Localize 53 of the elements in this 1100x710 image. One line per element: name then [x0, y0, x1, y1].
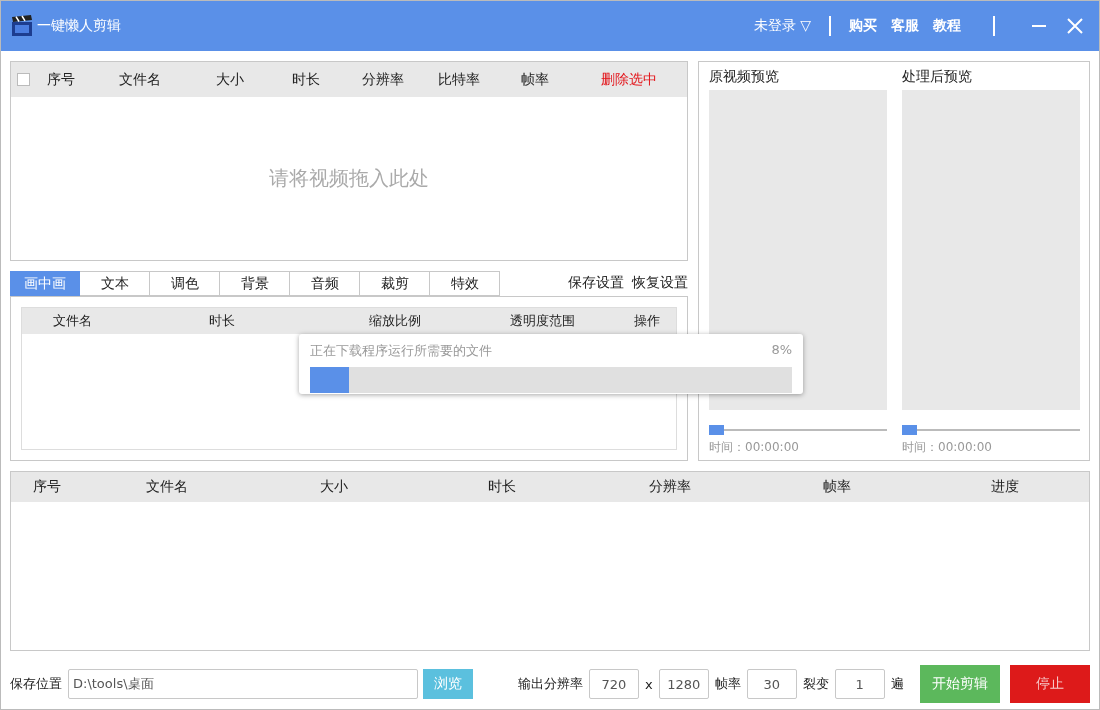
width-field[interactable]: 720 [589, 669, 639, 699]
column-header: 帧率 [822, 478, 853, 496]
download-message: 正在下载程序运行所需要的文件 [310, 342, 492, 360]
preview-title: 原视频预览 [709, 68, 780, 86]
column-header: 文件名 [118, 70, 162, 89]
select-all-checkbox[interactable] [17, 73, 30, 86]
preview-title: 处理后预览 [902, 68, 973, 86]
column-header: 时长 [291, 70, 321, 89]
tab[interactable]: 裁剪 [360, 271, 430, 296]
window-title: 一键懒人剪辑 [37, 17, 121, 35]
download-percent: 8% [771, 342, 792, 359]
column-header: 分辨率 [361, 70, 405, 89]
column-header: 透明度范围 [508, 312, 576, 330]
split-field[interactable]: 1 [834, 669, 885, 699]
column-header: 帧率 [520, 70, 550, 89]
save-path-field[interactable]: D:\tools\桌面 [68, 669, 418, 699]
settings-link[interactable]: 恢复设置 [632, 274, 688, 296]
tab[interactable]: 背景 [220, 271, 290, 296]
tab[interactable]: 音频 [290, 271, 360, 296]
fps-field[interactable]: 30 [746, 669, 797, 699]
tab[interactable]: 文本 [80, 271, 150, 296]
height-field[interactable]: 1280 [658, 669, 709, 699]
save-location-label: 保存位置 [10, 675, 62, 693]
column-header: 缩放比例 [367, 312, 422, 330]
drop-hint: 请将视频拖入此处 [269, 165, 429, 192]
times-sign: x [645, 676, 653, 692]
time-label: 时间：00:00:00 [709, 439, 800, 456]
column-header: 文件名 [144, 478, 189, 496]
column-header: 大小 [215, 70, 245, 89]
column-header: 时长 [487, 478, 518, 496]
tab[interactable]: 特效 [430, 271, 500, 296]
column-header: 序号 [46, 70, 76, 89]
delete-selected-link[interactable]: 删除选中 [571, 70, 687, 89]
column-header: 比特率 [437, 70, 481, 89]
column-header: 文件名 [51, 312, 93, 330]
split-label: 裂变 [802, 675, 829, 693]
column-header: 序号 [32, 478, 62, 496]
column-header: 操作 [632, 312, 661, 330]
settings-link[interactable]: 保存设置 [568, 274, 624, 296]
column-header: 分辨率 [647, 478, 692, 496]
seek-slider-thumb[interactable] [709, 425, 724, 435]
split-unit: 遍 [890, 675, 904, 693]
stop-button[interactable]: 停止 [1010, 665, 1090, 703]
column-header: 进度 [990, 478, 1021, 496]
close-icon[interactable] [1065, 16, 1085, 36]
resolution-label: 输出分辨率 [518, 675, 583, 693]
column-header: 大小 [319, 478, 350, 496]
seek-slider-thumb[interactable] [902, 425, 917, 435]
time-label: 时间：00:00:00 [902, 439, 993, 456]
column-header: 时长 [208, 312, 236, 330]
tab[interactable]: 调色 [150, 271, 220, 296]
fps-label: 帧率 [714, 675, 741, 693]
clapperboard-icon [11, 15, 33, 37]
